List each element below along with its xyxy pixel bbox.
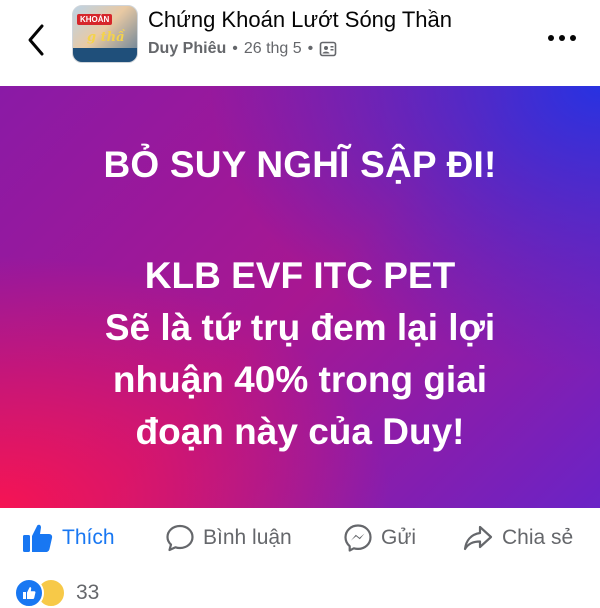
post-headline: BỎ SUY NGHĨ SẬP ĐI! bbox=[103, 144, 497, 185]
avatar-bar bbox=[73, 48, 137, 62]
thumbs-up-icon bbox=[23, 524, 53, 552]
reaction-summary[interactable]: 33 bbox=[14, 578, 99, 608]
meta-separator: • bbox=[307, 40, 314, 57]
post-line: nhuận 40% trong giai bbox=[112, 359, 488, 400]
group-name[interactable]: Chứng Khoán Lướt Sóng Thần bbox=[148, 7, 452, 33]
messenger-icon bbox=[344, 524, 372, 552]
send-label: Gửi bbox=[381, 526, 417, 549]
post-body: KLB EVF ITC PET Sẽ là tứ trụ đem lại lợi… bbox=[0, 250, 600, 458]
post-header: KHOÁN g thầ Chứng Khoán Lướt Sóng Thần D… bbox=[0, 0, 600, 86]
more-dots-icon[interactable] bbox=[546, 28, 578, 48]
comment-bubble-icon bbox=[166, 524, 194, 552]
post-line: Sẽ là tứ trụ đem lại lợi bbox=[104, 307, 496, 348]
comment-button[interactable]: Bình luận bbox=[165, 522, 292, 554]
like-label: Thích bbox=[62, 526, 115, 549]
group-avatar[interactable]: KHOÁN g thầ bbox=[72, 5, 138, 63]
back-chevron-icon[interactable] bbox=[22, 20, 50, 60]
like-button[interactable]: Thích bbox=[22, 522, 115, 554]
post-line: đoạn này của Duy! bbox=[135, 411, 465, 452]
group-privacy-icon bbox=[319, 40, 337, 58]
send-button[interactable]: Gửi bbox=[343, 522, 416, 554]
meta-separator: • bbox=[232, 40, 238, 57]
author-name[interactable]: Duy Phiêu bbox=[148, 40, 226, 58]
share-button[interactable]: Chia sẻ bbox=[462, 522, 573, 554]
like-reaction-icon bbox=[14, 578, 44, 608]
reaction-count: 33 bbox=[76, 581, 100, 604]
post-line-tickers: KLB EVF ITC PET bbox=[144, 255, 456, 296]
avatar-script: g thầ bbox=[87, 30, 125, 45]
post-date[interactable]: 26 thg 5 bbox=[244, 40, 302, 58]
comment-label: Bình luận bbox=[203, 526, 292, 549]
post-action-bar: Thích Bình luận Gửi Chia sẻ bbox=[0, 510, 600, 566]
avatar-tag: KHOÁN bbox=[77, 14, 113, 25]
share-label: Chia sẻ bbox=[502, 526, 574, 549]
share-arrow-icon bbox=[463, 525, 493, 551]
post-meta: Duy Phiêu • 26 thg 5 • bbox=[148, 40, 337, 58]
post-background: BỎ SUY NGHĨ SẬP ĐI! KLB EVF ITC PET Sẽ l… bbox=[0, 86, 600, 508]
